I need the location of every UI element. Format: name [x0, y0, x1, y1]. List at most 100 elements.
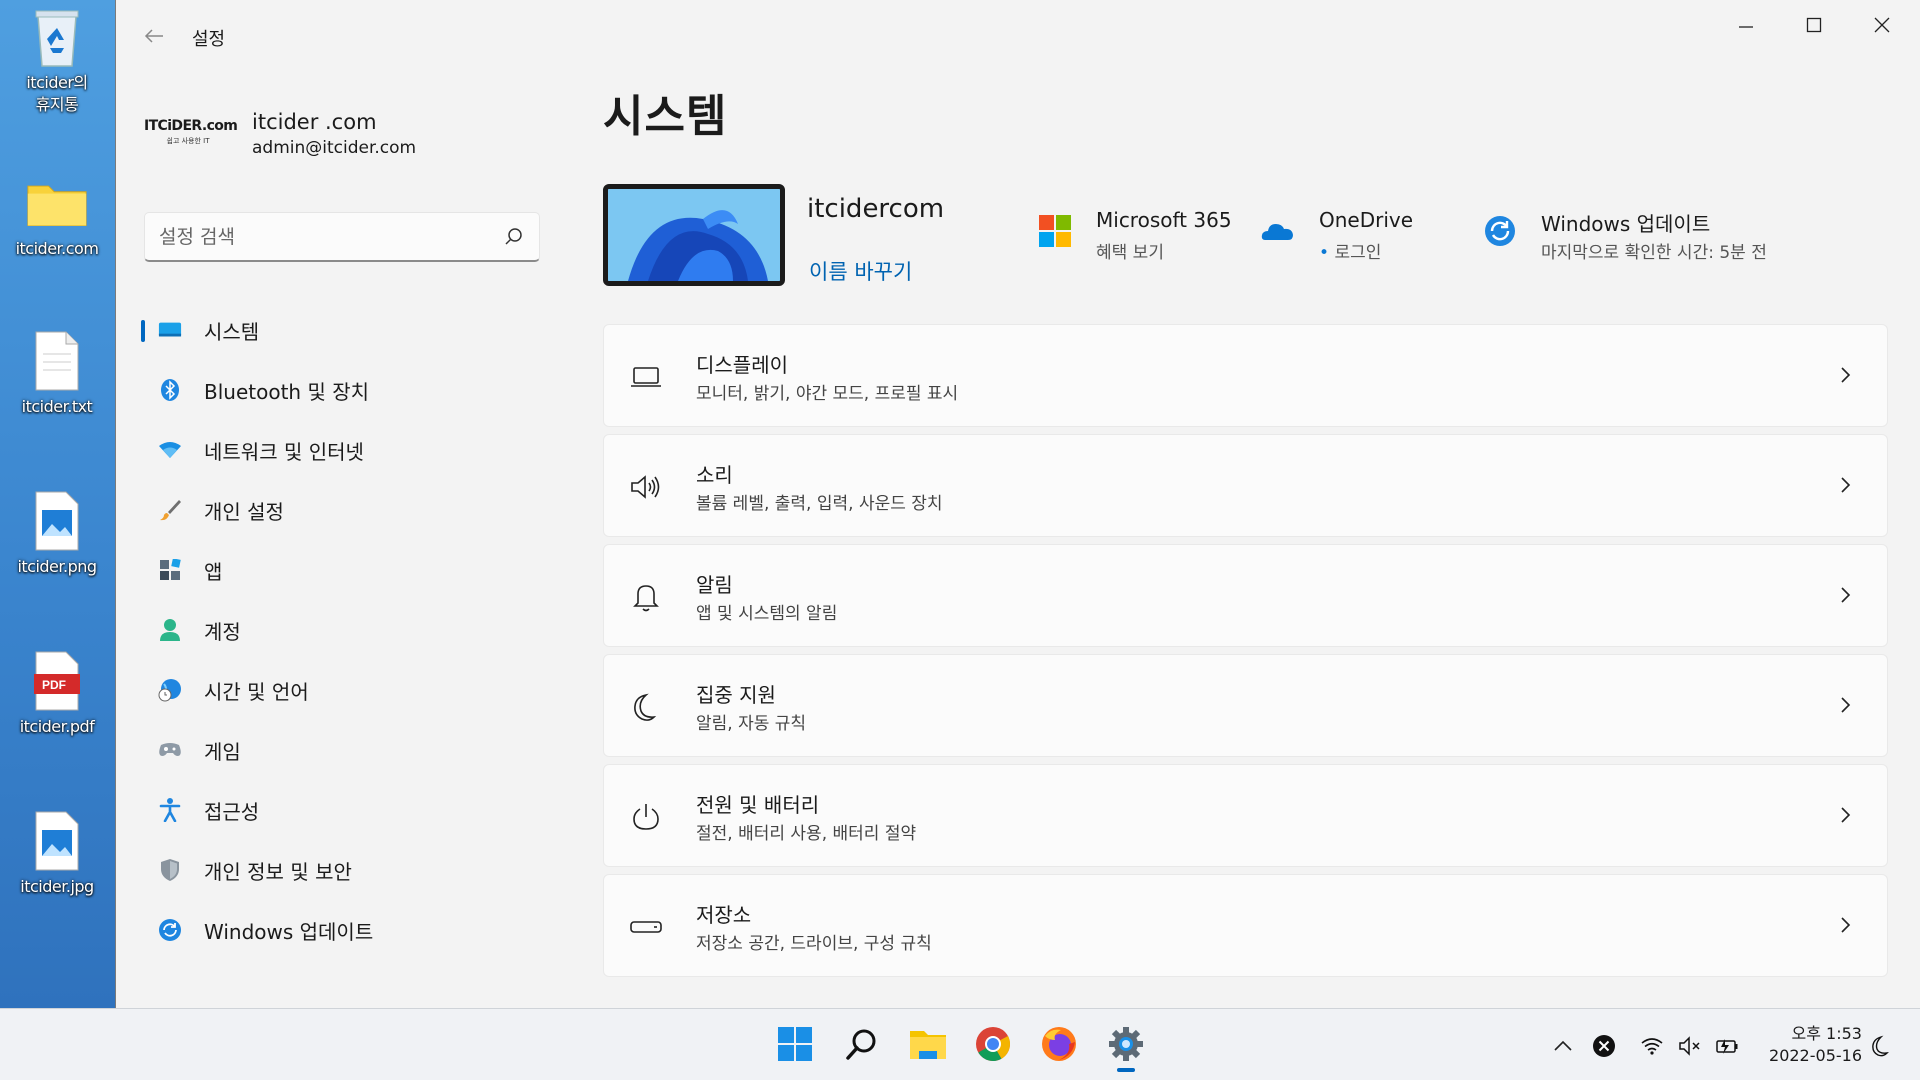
desktop-icon-label: itcider.jpg — [20, 877, 94, 896]
maximize-button[interactable] — [1784, 10, 1844, 40]
nav-item-label: 계정 — [204, 619, 241, 644]
nav-item-windows-update[interactable]: Windows 업데이트 — [141, 900, 551, 960]
tray-volume[interactable] — [1675, 1031, 1705, 1061]
accessibility-icon — [158, 798, 182, 822]
card-notifications[interactable]: 알림 앱 및 시스템의 알림 — [603, 544, 1888, 647]
quick-link-microsoft-365[interactable]: Microsoft 365 혜택 보기 — [1038, 204, 1258, 264]
back-button[interactable] — [138, 24, 170, 52]
wifi-icon — [158, 438, 182, 462]
quick-link-onedrive[interactable]: OneDrive • 로그인 — [1261, 204, 1441, 264]
minimize-button[interactable] — [1716, 10, 1776, 40]
speaker-icon — [630, 471, 662, 503]
bluetooth-icon — [158, 378, 182, 402]
account-icon — [158, 618, 182, 642]
update-icon — [1485, 216, 1515, 246]
card-subtitle: 볼륨 레벨, 출력, 입력, 사운드 장치 — [696, 494, 943, 514]
nav-item-label: 시스템 — [204, 319, 260, 344]
desktop-icon-recycle-bin[interactable]: itcider의 휴지통 — [4, 6, 110, 116]
chevron-right-icon — [1841, 807, 1851, 823]
taskbar-search-button[interactable] — [839, 1021, 885, 1067]
chrome-button[interactable] — [970, 1021, 1016, 1067]
card-title: 알림 — [696, 573, 733, 597]
clock-date: 2022-05-16 — [1769, 1046, 1862, 1065]
card-subtitle: 알림, 자동 규칙 — [696, 714, 807, 734]
apps-icon — [158, 558, 182, 582]
nav-item-personalization[interactable]: 개인 설정 — [141, 480, 551, 540]
quick-link-windows-update[interactable]: Windows 업데이트 마지막으로 확인한 시간: 5분 전 — [1483, 204, 1823, 264]
page-title: 시스템 — [603, 91, 728, 142]
chevron-right-icon — [1841, 587, 1851, 603]
close-button[interactable] — [1852, 10, 1912, 40]
card-title: 집중 지원 — [696, 683, 776, 707]
settings-search-box[interactable] — [144, 212, 540, 262]
taskbar: 오후 1:53 2022-05-16 — [0, 1008, 1920, 1080]
nav-item-label: Windows 업데이트 — [204, 919, 374, 944]
firefox-icon — [1042, 1027, 1076, 1061]
device-info: itcidercom 이름 바꾸기 — [603, 184, 983, 294]
file-explorer-button[interactable] — [905, 1021, 951, 1067]
search-icon[interactable] — [503, 226, 525, 248]
nav-item-time-language[interactable]: 시간 및 언어 — [141, 660, 551, 720]
user-profile[interactable]: ITCiDER.com 쉽고 사용한 IT itcider .com admin… — [144, 104, 564, 184]
speaker-muted-icon — [1679, 1036, 1700, 1056]
window-title: 설정 — [192, 29, 226, 50]
quick-link-subtitle: • 로그인 — [1319, 238, 1381, 263]
globe-clock-icon — [158, 678, 182, 702]
system-icon — [158, 318, 182, 342]
card-power-battery[interactable]: 전원 및 배터리 절전, 배터리 사용, 배터리 절약 — [603, 764, 1888, 867]
nav-item-privacy[interactable]: 개인 정보 및 보안 — [141, 840, 551, 900]
rename-link[interactable]: 이름 바꾸기 — [809, 256, 912, 286]
desktop-icon-txt[interactable]: itcider.txt — [4, 330, 110, 418]
desktop-icon-pdf[interactable]: PDF itcider.pdf — [4, 650, 110, 738]
recycle-bin-icon — [26, 6, 88, 68]
tray-app-status[interactable] — [1589, 1031, 1619, 1061]
text-file-icon — [26, 330, 88, 392]
microsoft-logo-icon — [1039, 215, 1071, 247]
nav-item-label: 시간 및 언어 — [204, 679, 309, 704]
desktop-icon-label: itcider.png — [17, 557, 97, 576]
chevron-right-icon — [1841, 917, 1851, 933]
desktop-icon-label: itcider.com — [15, 239, 99, 258]
pdf-file-icon: PDF — [26, 650, 88, 712]
card-storage[interactable]: 저장소 저장소 공간, 드라이브, 구성 규칙 — [603, 874, 1888, 977]
taskbar-clock[interactable]: 오후 1:53 2022-05-16 — [1769, 1023, 1862, 1067]
search-icon — [846, 1029, 876, 1060]
image-file-icon — [26, 490, 88, 552]
settings-button[interactable] — [1103, 1021, 1149, 1072]
nav-item-bluetooth[interactable]: Bluetooth 및 장치 — [141, 360, 551, 420]
device-wallpaper-thumbnail — [603, 184, 785, 286]
chrome-icon — [976, 1027, 1010, 1061]
close-icon — [1874, 17, 1890, 33]
card-focus-assist[interactable]: 집중 지원 알림, 자동 규칙 — [603, 654, 1888, 757]
focus-assist-button[interactable] — [1866, 1031, 1896, 1061]
settings-window: 설정 ITCiDER.com 쉽고 사용한 IT itcider .com ad… — [115, 0, 1920, 1008]
show-hidden-icons-button[interactable] — [1548, 1031, 1578, 1061]
desktop-icon-folder[interactable]: itcider.com — [4, 172, 110, 260]
nav-item-accounts[interactable]: 계정 — [141, 600, 551, 660]
folder-icon — [26, 172, 88, 234]
card-subtitle: 앱 및 시스템의 알림 — [696, 604, 838, 624]
card-title: 저장소 — [696, 903, 752, 927]
system-settings-list: 디스플레이 모니터, 밝기, 야간 모드, 프로필 표시 소리 볼륨 레벨, 출… — [603, 324, 1888, 984]
chevron-up-icon — [1554, 1040, 1572, 1051]
firefox-button[interactable] — [1036, 1021, 1082, 1067]
nav-item-label: 네트워크 및 인터넷 — [204, 439, 364, 464]
nav-item-label: 게임 — [204, 739, 241, 764]
start-button[interactable] — [772, 1021, 818, 1067]
card-sound[interactable]: 소리 볼륨 레벨, 출력, 입력, 사운드 장치 — [603, 434, 1888, 537]
desktop-icon-png[interactable]: itcider.png — [4, 490, 110, 578]
card-display[interactable]: 디스플레이 모니터, 밝기, 야간 모드, 프로필 표시 — [603, 324, 1888, 427]
nav-item-network[interactable]: 네트워크 및 인터넷 — [141, 420, 551, 480]
card-title: 소리 — [696, 463, 733, 487]
pdf-badge: PDF — [42, 678, 66, 692]
desktop-icon-jpg[interactable]: itcider.jpg — [4, 810, 110, 898]
moon-icon — [630, 691, 662, 723]
nav-item-system[interactable]: 시스템 — [141, 300, 551, 360]
search-input[interactable] — [159, 223, 489, 251]
nav-item-label: 접근성 — [204, 799, 260, 824]
nav-item-gaming[interactable]: 게임 — [141, 720, 551, 780]
nav-item-accessibility[interactable]: 접근성 — [141, 780, 551, 840]
tray-network[interactable] — [1637, 1031, 1667, 1061]
tray-battery[interactable] — [1712, 1031, 1742, 1061]
nav-item-apps[interactable]: 앱 — [141, 540, 551, 600]
